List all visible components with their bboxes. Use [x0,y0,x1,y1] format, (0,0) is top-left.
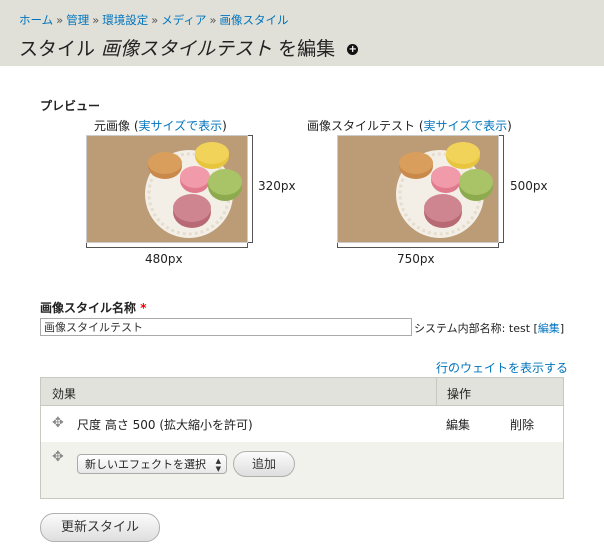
title-style-name: 画像スタイルテスト [101,38,273,60]
effects-table: 効果 操作 ✥ 尺度 高さ 500 (拡大縮小を許可) 編集 削除 ✥ 新しいエ… [40,377,564,499]
drag-handle-icon[interactable]: ✥ [52,449,64,465]
style-name-label: 画像スタイル名称 * [40,299,146,316]
page-header: ホーム» 管理» 環境設定» メディア» 画像スタイル スタイル 画像スタイルテスト を… [0,0,604,66]
header-divider [436,378,437,405]
new-effect-select[interactable]: 新しいエフェクトを選択 ▲ ▼ [77,454,227,474]
page-title: スタイル 画像スタイルテスト を編集 + [19,34,359,61]
original-caption: 元画像 (実サイズで表示) [94,119,227,133]
select-arrows-icon: ▲ ▼ [215,457,221,473]
update-style-button[interactable]: 更新スタイル [40,513,160,542]
height-bracket [499,135,504,243]
effect-edit-link[interactable]: 編集 [446,416,470,433]
drag-handle-icon[interactable]: ✥ [52,415,64,431]
breadcrumb-separator: » [151,13,159,27]
add-effect-button[interactable]: 追加 [233,451,295,477]
new-effect-select-value: 新しいエフェクトを選択 [85,458,206,471]
title-prefix: スタイル [19,38,96,60]
breadcrumb-config[interactable]: 環境設定 [102,13,148,27]
table-row: ✥ 尺度 高さ 500 (拡大縮小を許可) 編集 削除 [41,406,563,442]
header-operations: 操作 [447,387,472,401]
add-shortcut-icon[interactable]: + [347,44,359,55]
derivative-actual-size-link[interactable]: 実サイズで表示 [424,119,508,133]
machine-name: システム内部名称: test [編集] [414,322,565,335]
breadcrumb-separator: » [92,13,100,27]
derivative-preview-image[interactable] [337,135,499,243]
effect-description: 尺度 高さ 500 (拡大縮小を許可) [77,418,253,432]
breadcrumb-media[interactable]: メディア [161,13,206,27]
derivative-caption: 画像スタイルテスト (実サイズで表示) [307,119,512,133]
original-preview-image[interactable] [86,135,248,243]
machine-name-edit-link[interactable]: 編集 [538,322,560,335]
macaron-image [87,136,247,242]
breadcrumb-separator: » [209,13,217,27]
required-marker: * [140,301,147,315]
breadcrumb: ホーム» 管理» 環境設定» メディア» 画像スタイル [19,12,289,28]
preview-label: プレビュー [40,99,101,113]
macaron-image [338,136,498,242]
title-suffix: を編集 [278,38,336,60]
breadcrumb-home[interactable]: ホーム [19,13,53,27]
style-name-input[interactable] [40,318,412,336]
machine-name-value: test [508,322,531,335]
breadcrumb-admin[interactable]: 管理 [66,13,89,27]
effect-delete-link[interactable]: 削除 [510,416,534,433]
derivative-width-label: 750px [397,252,435,266]
width-bracket [337,243,499,248]
style-name-label-text: 画像スタイル名称 [40,301,137,315]
breadcrumb-image-styles[interactable]: 画像スタイル [220,13,289,27]
breadcrumb-separator: » [56,13,64,27]
header-effect: 効果 [52,387,77,401]
original-height-label: 320px [258,179,296,193]
machine-name-label: システム内部名称: [414,322,506,335]
original-width-label: 480px [145,252,183,266]
derivative-caption-text: 画像スタイルテスト [307,119,416,133]
width-bracket [86,243,248,248]
table-header: 効果 操作 [41,378,563,406]
height-bracket [248,135,253,243]
show-row-weights-link[interactable]: 行のウェイトを表示する [436,359,568,376]
original-caption-text: 元画像 [94,119,131,133]
derivative-height-label: 500px [510,179,548,193]
original-actual-size-link[interactable]: 実サイズで表示 [139,119,223,133]
